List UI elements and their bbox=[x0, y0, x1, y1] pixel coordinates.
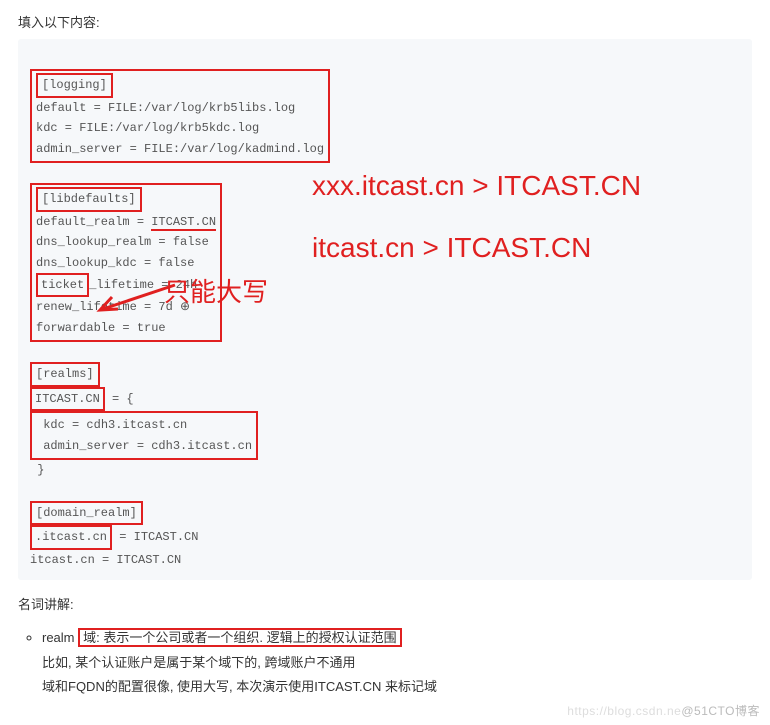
code-line: admin_server = cdh3.itcast.cn bbox=[43, 439, 252, 453]
glossary-list: realm 域: 表示一个公司或者一个组织. 逻辑上的授权认证范围 比如, 某个… bbox=[18, 626, 752, 700]
code-line: } bbox=[37, 463, 44, 477]
code-line: admin_server = FILE:/var/log/kadmind.log bbox=[36, 142, 324, 156]
glossary-line: 比如, 某个认证账户是属于某个域下的, 跨域账户不通用 bbox=[42, 655, 355, 670]
code-line: dns_lookup_kdc = false bbox=[36, 256, 194, 270]
code-line: kdc = FILE:/var/log/krb5kdc.log bbox=[36, 121, 259, 135]
glossary-heading: 名词讲解: bbox=[18, 594, 752, 613]
ticket-key: ticket bbox=[36, 273, 89, 297]
realm-value: ITCAST.CN bbox=[151, 215, 216, 231]
mapping-annotation-1: xxx.itcast.cn > ITCAST.CN bbox=[312, 170, 641, 202]
intro-text: 填入以下内容: bbox=[18, 12, 752, 31]
code-line: .itcast.cn = ITCAST.CN bbox=[30, 530, 198, 544]
code-line: ITCAST.CN = { bbox=[30, 392, 134, 406]
code-line: forwardable = true bbox=[36, 321, 166, 335]
code-line: dns_lookup_realm = false bbox=[36, 235, 209, 249]
arrow-icon bbox=[90, 275, 180, 315]
watermark: https://blog.csdn.ne@51CTO博客 bbox=[567, 702, 760, 719]
mapping-annotation-2: itcast.cn > ITCAST.CN bbox=[312, 232, 591, 264]
code-line: kdc = cdh3.itcast.cn bbox=[43, 418, 187, 432]
domain-realm-key: .itcast.cn bbox=[30, 525, 112, 549]
realms-header: [realms] bbox=[30, 362, 100, 386]
glossary-item-realm: realm 域: 表示一个公司或者一个组织. 逻辑上的授权认证范围 比如, 某个… bbox=[42, 626, 752, 700]
code-line: default = FILE:/var/log/krb5libs.log bbox=[36, 101, 295, 115]
realms-name: ITCAST.CN bbox=[30, 387, 105, 411]
libdefaults-header: [libdefaults] bbox=[36, 187, 142, 211]
code-line: itcast.cn = ITCAST.CN bbox=[30, 553, 181, 567]
glossary-line: 域和FQDN的配置很像, 使用大写, 本次演示使用ITCAST.CN 来标记域 bbox=[42, 679, 437, 694]
domain-realm-header: [domain_realm] bbox=[30, 501, 143, 525]
logging-header: [logging] bbox=[36, 73, 113, 97]
code-line: default_realm = ITCAST.CN bbox=[36, 215, 216, 231]
